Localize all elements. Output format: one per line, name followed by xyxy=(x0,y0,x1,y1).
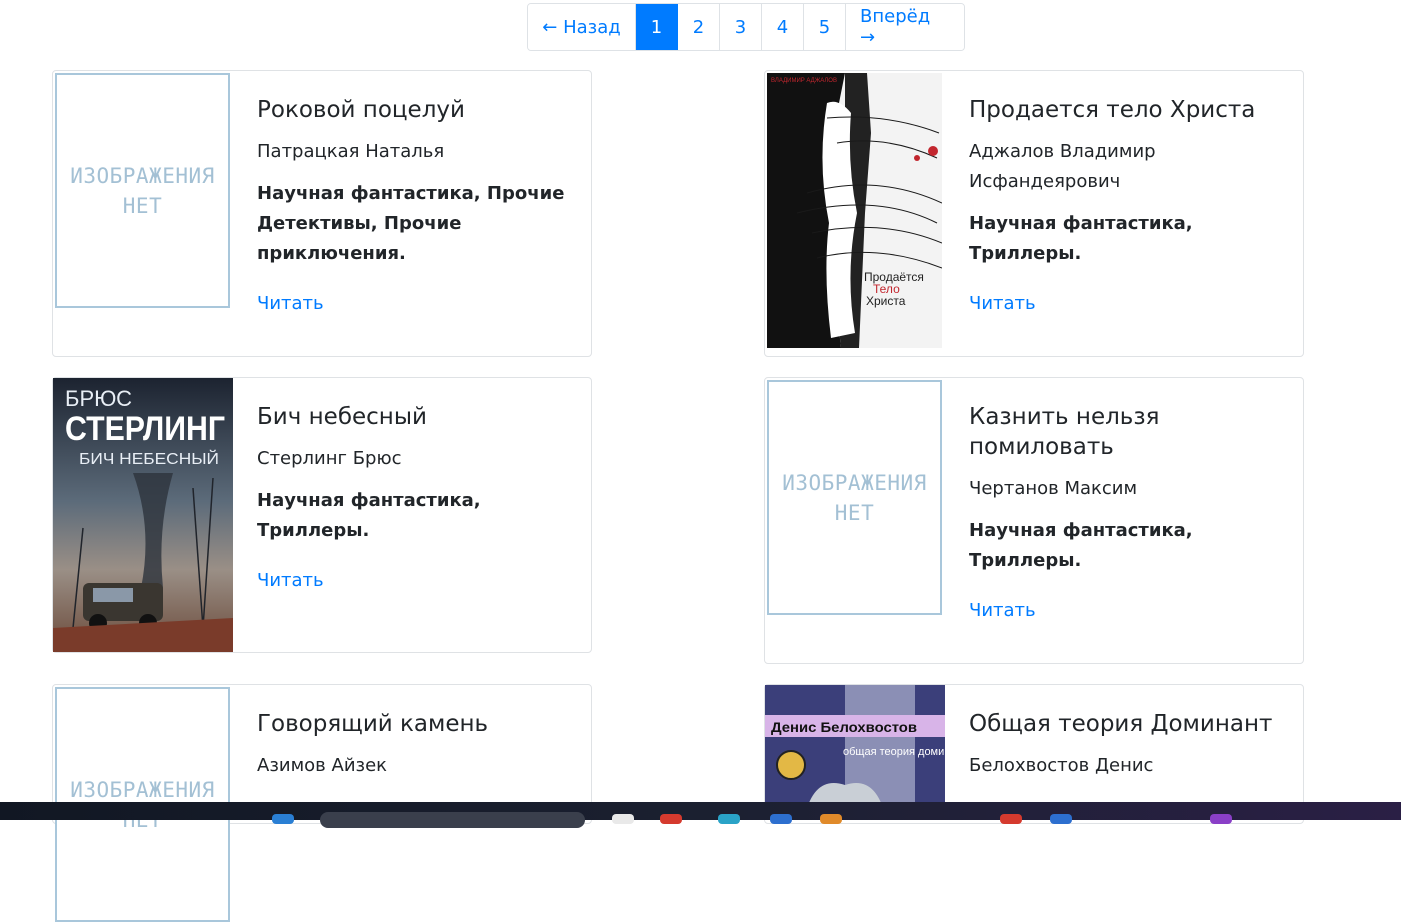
no-image-placeholder: ИЗОБРАЖЕНИЯ НЕТ xyxy=(767,380,942,615)
page-1-button[interactable]: 1 xyxy=(636,4,678,50)
next-page-button[interactable]: Вперёд → xyxy=(846,4,964,50)
taskbar-search-box[interactable] xyxy=(320,812,585,828)
page-3-button[interactable]: 3 xyxy=(720,4,762,50)
book-author: Аджалов Владимир Исфандеярович xyxy=(969,141,1156,192)
taskbar-app-icon[interactable] xyxy=(272,814,294,824)
read-link[interactable]: Читать xyxy=(257,566,571,596)
book-author: Белохвостов Денис xyxy=(969,755,1154,776)
taskbar-app-icon[interactable] xyxy=(1210,814,1232,824)
cover-author-text: ВЛАДИМИР АДЖАЛОВ xyxy=(771,78,837,84)
book-genres: Научная фантастика, Триллеры. xyxy=(257,490,481,541)
cover-title-text: СТЕРЛИНГ xyxy=(65,410,225,448)
taskbar-app-icon[interactable] xyxy=(1050,814,1072,824)
book-card: ИЗОБРАЖЕНИЯ НЕТ Казнить нельзя помиловат… xyxy=(764,377,1304,664)
book-genres: Научная фантастика, Триллеры. xyxy=(969,520,1193,571)
book-card: ВЛАДИМИР АДЖАЛОВ Продаётся Тело Христа П… xyxy=(764,70,1304,357)
book-author: Азимов Айзек xyxy=(257,755,388,776)
taskbar-app-icon[interactable] xyxy=(660,814,682,824)
book-author: Чертанов Максим xyxy=(969,478,1138,499)
os-taskbar xyxy=(0,802,1401,828)
pagination: ← Назад 1 2 3 4 5 Вперёд → xyxy=(527,3,965,51)
taskbar-app-icon[interactable] xyxy=(1000,814,1022,824)
book-cover-image: Денис Белохвостов общая теория доминант xyxy=(765,685,968,815)
book-cover-image: БРЮС СТЕРЛИНГ БИЧ НЕБЕСНЫЙ xyxy=(53,378,233,652)
taskbar-app-icon[interactable] xyxy=(718,814,740,824)
book-card: ИЗОБРАЖЕНИЯ НЕТ Роковой поцелуй Патрацка… xyxy=(52,70,592,357)
book-title: Общая теория Доминант xyxy=(969,711,1273,737)
read-link[interactable]: Читать xyxy=(969,596,1283,626)
book-title: Казнить нельзя помиловать xyxy=(969,404,1160,460)
book-cover-image: ВЛАДИМИР АДЖАЛОВ Продаётся Тело Христа xyxy=(767,73,943,348)
cover-title-text: Христа xyxy=(866,294,906,308)
prev-page-button[interactable]: ← Назад xyxy=(528,4,636,50)
page-2-button[interactable]: 2 xyxy=(678,4,720,50)
cover-subtitle-text: БИЧ НЕБЕСНЫЙ xyxy=(79,449,219,468)
no-image-placeholder: ИЗОБРАЖЕНИЯ НЕТ xyxy=(55,73,230,308)
taskbar-app-icon[interactable] xyxy=(770,814,792,824)
book-card: БРЮС СТЕРЛИНГ БИЧ НЕБЕСНЫЙ Бич небесный … xyxy=(52,377,592,653)
book-title: Бич небесный xyxy=(257,404,427,430)
book-title: Продается тело Христа xyxy=(969,97,1256,123)
page-5-button[interactable]: 5 xyxy=(804,4,846,50)
cover-author-text: Денис Белохвостов xyxy=(771,719,917,735)
read-link[interactable]: Читать xyxy=(257,289,571,319)
cover-author-text: БРЮС xyxy=(65,386,132,411)
book-author: Стерлинг Брюс xyxy=(257,448,402,469)
taskbar-app-icon[interactable] xyxy=(612,814,634,824)
book-genres: Научная фантастика, Триллеры. xyxy=(969,213,1193,264)
read-link[interactable]: Читать xyxy=(969,289,1283,319)
book-title: Роковой поцелуй xyxy=(257,97,465,123)
book-title: Говорящий камень xyxy=(257,711,489,737)
book-genres: Научная фантастика, Прочие Детективы, Пр… xyxy=(257,183,565,264)
cover-title-text: общая теория доминант xyxy=(843,746,945,758)
taskbar-app-icon[interactable] xyxy=(820,814,842,824)
page-4-button[interactable]: 4 xyxy=(762,4,804,50)
book-author: Патрацкая Наталья xyxy=(257,141,445,162)
